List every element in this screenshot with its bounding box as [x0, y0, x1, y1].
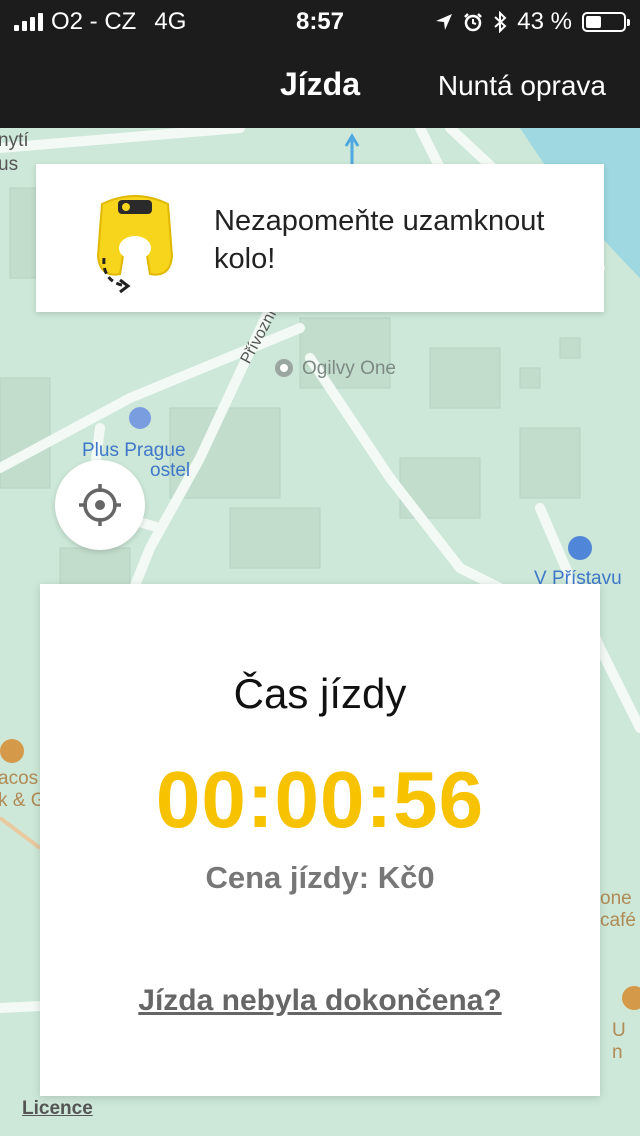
locate-me-button[interactable]: [55, 460, 145, 550]
map-label-right-2: café: [600, 910, 636, 931]
ride-info-card: Čas jízdy 00:00:56 Cena jízdy: Kč0 Jízda…: [40, 584, 600, 1096]
battery-fill: [586, 16, 602, 28]
banner-message: Nezapomeňte uzamknout kolo!: [214, 205, 545, 275]
ride-unfinished-link[interactable]: Jízda nebyla dokončena?: [40, 984, 600, 1018]
navigation-bar: Jízda Nuntá oprava: [0, 40, 640, 128]
ride-timer: 00:00:56: [155, 755, 485, 844]
map-label-hostel-2: ostel: [150, 460, 191, 481]
lock-reminder-banner: Nezapomeňte uzamknout kolo!: [36, 164, 604, 312]
crosshair-icon: [79, 484, 121, 526]
battery-icon: [582, 12, 630, 32]
status-right: 43 %: [435, 8, 630, 36]
report-repair-button[interactable]: Nuntá oprava: [438, 70, 606, 102]
ride-price: Cena jízdy: Kč0: [205, 860, 435, 895]
map-label-right-3: U n: [612, 1020, 626, 1063]
map-label-left-top-2: us: [0, 154, 19, 175]
location-arrow-icon: [436, 14, 453, 30]
battery-percent: 43 %: [517, 8, 572, 35]
bike-lock-icon: [96, 195, 174, 294]
bluetooth-icon: [494, 11, 507, 33]
ride-time-title: Čas jízdy: [233, 670, 407, 717]
alarm-icon: [464, 13, 483, 32]
map-label-left-mid: acos: [0, 768, 39, 789]
map-label-ogilvy: Ogilvy One: [302, 358, 396, 379]
status-bar: O2 - CZ 4G 8:57 43 %: [0, 0, 640, 40]
map-label-left-mid-2: k & G: [0, 790, 46, 811]
map-licence-link[interactable]: Licence: [22, 1098, 93, 1120]
map-label-left-top: nytí: [0, 130, 29, 151]
map-label-right: one: [600, 888, 632, 909]
map-label-hostel: Plus Prague: [82, 440, 186, 461]
